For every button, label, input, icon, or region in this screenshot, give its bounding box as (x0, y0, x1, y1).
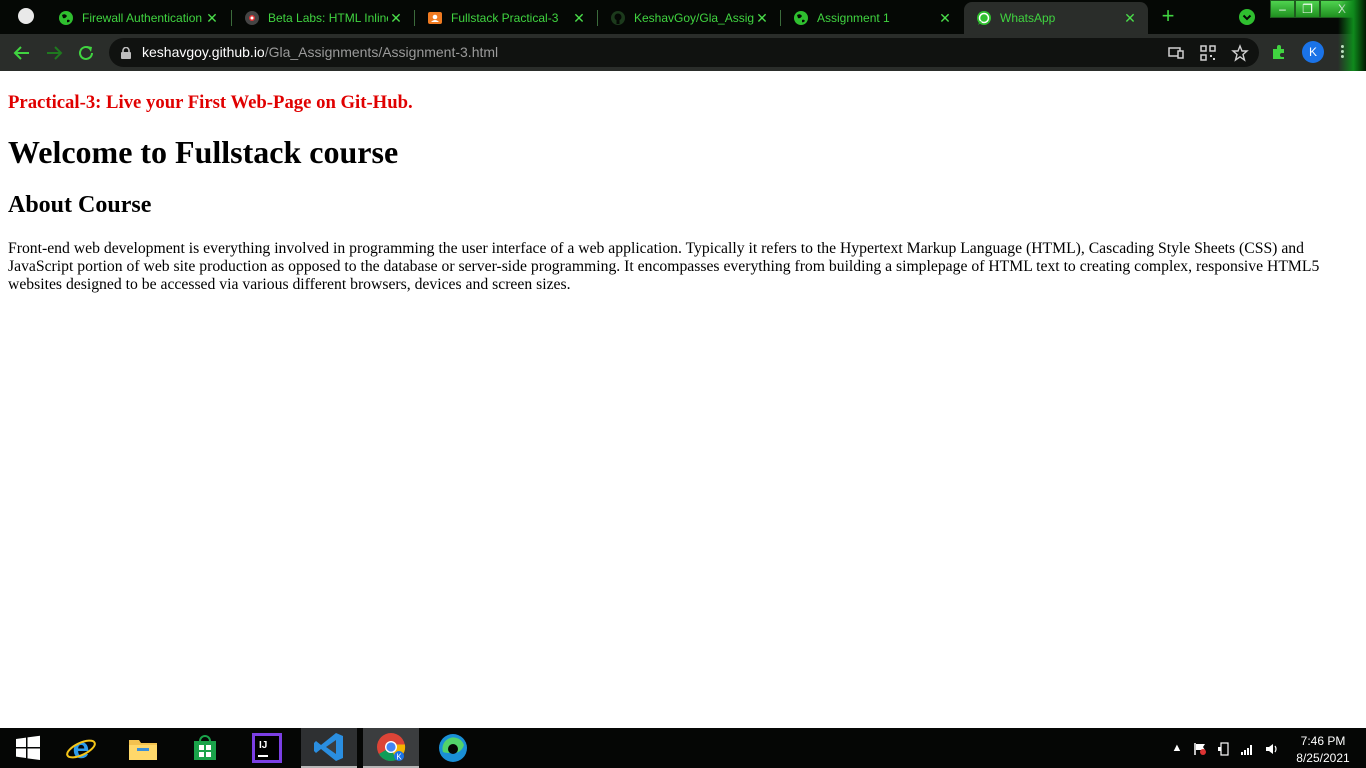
profile-dot-icon[interactable] (18, 8, 34, 24)
classroom-icon (427, 10, 443, 26)
back-arrow-icon[interactable] (11, 42, 33, 64)
extensions-puzzle-icon[interactable] (1270, 43, 1288, 61)
forward-arrow-icon[interactable] (43, 42, 65, 64)
theme-glow-decoration (1338, 0, 1366, 71)
address-bar[interactable]: keshavgoy.github.io/Gla_Assignments/Assi… (109, 38, 1259, 67)
network-signal-icon[interactable] (1240, 742, 1254, 755)
tab-search-icon[interactable] (1239, 9, 1255, 25)
clock-date[interactable]: 8/25/2021 (1288, 751, 1358, 765)
minimize-button[interactable]: – (1270, 0, 1295, 18)
url-host: keshavgoy.github.io (142, 44, 265, 60)
tab-close-icon[interactable]: ✕ (754, 10, 770, 26)
tab-beta-labs[interactable]: Beta Labs: HTML Inline ✕ (232, 2, 414, 34)
about-course-paragraph: Front-end web development is everything … (8, 240, 1320, 293)
tab-strip: Firewall Authentication ✕ Beta Labs: HTM… (0, 0, 1366, 34)
maximize-button[interactable]: ❐ (1295, 0, 1320, 18)
beta-labs-icon (244, 10, 260, 26)
profile-avatar[interactable]: K (1302, 41, 1324, 63)
install-app-icon[interactable] (1167, 44, 1185, 62)
intellij-label: IJ (259, 740, 267, 751)
page-title: Welcome to Fullstack course (8, 134, 399, 170)
about-course-heading: About Course (8, 192, 152, 218)
internet-explorer-icon[interactable]: e (53, 728, 109, 768)
tab-close-icon[interactable]: ✕ (937, 10, 953, 26)
windows-taskbar: e IJ K ▲ 7:46 PM 8/25/2021 (0, 728, 1366, 768)
microsoft-store-icon[interactable] (177, 728, 233, 768)
github-icon (610, 10, 626, 26)
tab-whatsapp[interactable]: WhatsApp ✕ (964, 2, 1148, 34)
tab-label: WhatsApp (1000, 11, 1056, 25)
tab-github-repo[interactable]: KeshavGoy/Gla_Assignments ✕ (598, 2, 780, 34)
tab-close-icon[interactable]: ✕ (204, 10, 220, 26)
globe-icon (793, 10, 809, 26)
tab-assignment-1[interactable]: Assignment 1 ✕ (781, 2, 963, 34)
web-page-content: Practical-3: Live your First Web-Page on… (0, 71, 1366, 728)
globe-icon (58, 10, 74, 26)
lock-icon[interactable] (121, 46, 131, 59)
battery-plug-icon[interactable] (1217, 742, 1231, 756)
qr-code-icon[interactable] (1199, 44, 1217, 62)
chrome-icon[interactable]: K (363, 728, 419, 768)
file-explorer-icon[interactable] (115, 728, 171, 768)
tab-close-icon[interactable]: ✕ (1122, 10, 1138, 26)
tab-label: Firewall Authentication (82, 11, 203, 25)
url-text[interactable]: keshavgoy.github.io/Gla_Assignments/Assi… (142, 44, 498, 60)
browser-toolbar: keshavgoy.github.io/Gla_Assignments/Assi… (0, 34, 1366, 71)
reload-icon[interactable] (75, 42, 97, 64)
whatsapp-icon (976, 10, 992, 26)
tab-label: KeshavGoy/Gla_Assignments (634, 11, 754, 25)
svg-text:e: e (73, 732, 90, 764)
edge-icon[interactable] (425, 728, 481, 768)
tab-close-icon[interactable]: ✕ (571, 10, 587, 26)
url-path: /Gla_Assignments/Assignment-3.html (264, 44, 499, 60)
bookmark-star-icon[interactable] (1231, 44, 1249, 62)
show-hidden-icons-chevron-icon[interactable]: ▲ (1170, 742, 1184, 754)
tab-firewall-authentication[interactable]: Firewall Authentication ✕ (46, 2, 230, 34)
tab-label: Assignment 1 (817, 11, 890, 25)
tab-label: Beta Labs: HTML Inline (268, 11, 388, 25)
tab-close-icon[interactable]: ✕ (388, 10, 404, 26)
tab-fullstack-practical-3[interactable]: Fullstack Practical-3 ✕ (415, 2, 597, 34)
new-tab-button[interactable]: + (1157, 5, 1179, 28)
tab-label: Fullstack Practical-3 (451, 11, 559, 25)
action-center-flag-icon[interactable] (1193, 742, 1207, 755)
volume-speaker-icon[interactable] (1265, 742, 1279, 754)
clock-time[interactable]: 7:46 PM (1293, 734, 1353, 748)
intellij-icon[interactable]: IJ (239, 728, 295, 768)
windows-start-icon[interactable] (0, 728, 56, 768)
chrome-profile-badge: K (396, 753, 402, 762)
vscode-icon[interactable] (301, 728, 357, 768)
practical-heading: Practical-3: Live your First Web-Page on… (8, 92, 413, 113)
